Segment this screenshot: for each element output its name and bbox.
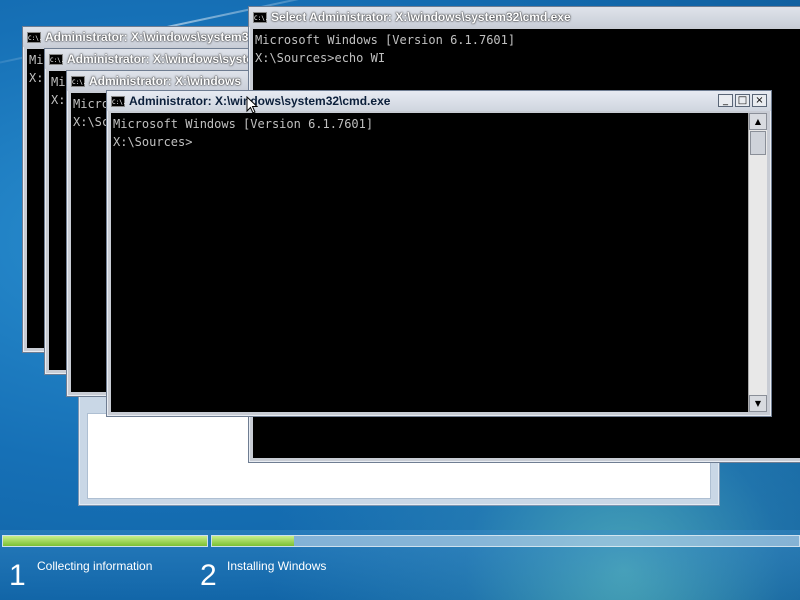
close-button[interactable]: × bbox=[752, 94, 767, 107]
title-bar[interactable]: C:\. Select Administrator: X:\windows\sy… bbox=[249, 7, 800, 27]
console-line: X:\Sources> bbox=[113, 135, 193, 149]
console-line: Microsoft Windows [Version 6.1.7601] bbox=[255, 33, 516, 47]
progress-track-step-2 bbox=[211, 535, 800, 547]
scroll-thumb[interactable] bbox=[750, 131, 766, 155]
cmd-app-icon: C:\. bbox=[253, 11, 268, 23]
console-line: Microsoft Windows [Version 6.1.7601] bbox=[113, 117, 374, 131]
scroll-up-button[interactable]: ▲ bbox=[749, 113, 767, 130]
window-title: Select Administrator: X:\windows\system3… bbox=[271, 10, 571, 24]
window-title: Administrator: X:\windows\system32 bbox=[45, 30, 256, 44]
step-number-1: 1 bbox=[9, 559, 26, 592]
vertical-scrollbar[interactable]: ▲ ▼ bbox=[748, 113, 767, 412]
window-controls: _ □ × bbox=[718, 94, 767, 107]
cmd-app-icon: C:\. bbox=[71, 75, 86, 87]
progress-fill-step-1 bbox=[3, 536, 207, 546]
mouse-pointer-icon bbox=[246, 96, 258, 114]
console-output[interactable]: Microsoft Windows [Version 6.1.7601] X:\S… bbox=[111, 113, 749, 412]
cmd-app-icon: C:\. bbox=[49, 53, 64, 65]
cmd-app-icon: C:\. bbox=[111, 95, 126, 107]
window-title: Administrator: X:\windows\system32\cmd.e… bbox=[129, 94, 391, 108]
title-bar[interactable]: C:\. Administrator: X:\windows\system32 bbox=[45, 49, 265, 69]
window-title: Administrator: X:\windows bbox=[89, 74, 242, 88]
cmd-app-icon: C:\. bbox=[27, 31, 42, 43]
console-line: X:\Sources>echo WI bbox=[255, 51, 386, 65]
title-bar[interactable]: C:\. Administrator: X:\windows\system32\… bbox=[107, 91, 771, 111]
cmd-window-active[interactable]: C:\. Administrator: X:\windows\system32\… bbox=[106, 90, 772, 417]
progress-fill-step-2 bbox=[212, 536, 295, 546]
progress-track-step-1 bbox=[2, 535, 208, 547]
title-bar[interactable]: C:\. Administrator: X:\windows bbox=[67, 71, 267, 91]
maximize-button[interactable]: □ bbox=[735, 94, 750, 107]
scroll-down-button[interactable]: ▼ bbox=[749, 395, 767, 412]
title-bar[interactable]: C:\. Administrator: X:\windows\system32 bbox=[23, 27, 263, 47]
step-number-2: 2 bbox=[200, 559, 217, 592]
step-label-2: Installing Windows bbox=[227, 559, 327, 573]
minimize-button[interactable]: _ bbox=[718, 94, 733, 107]
window-title: Administrator: X:\windows\system32 bbox=[67, 52, 265, 66]
step-label-1: Collecting information bbox=[37, 559, 153, 573]
